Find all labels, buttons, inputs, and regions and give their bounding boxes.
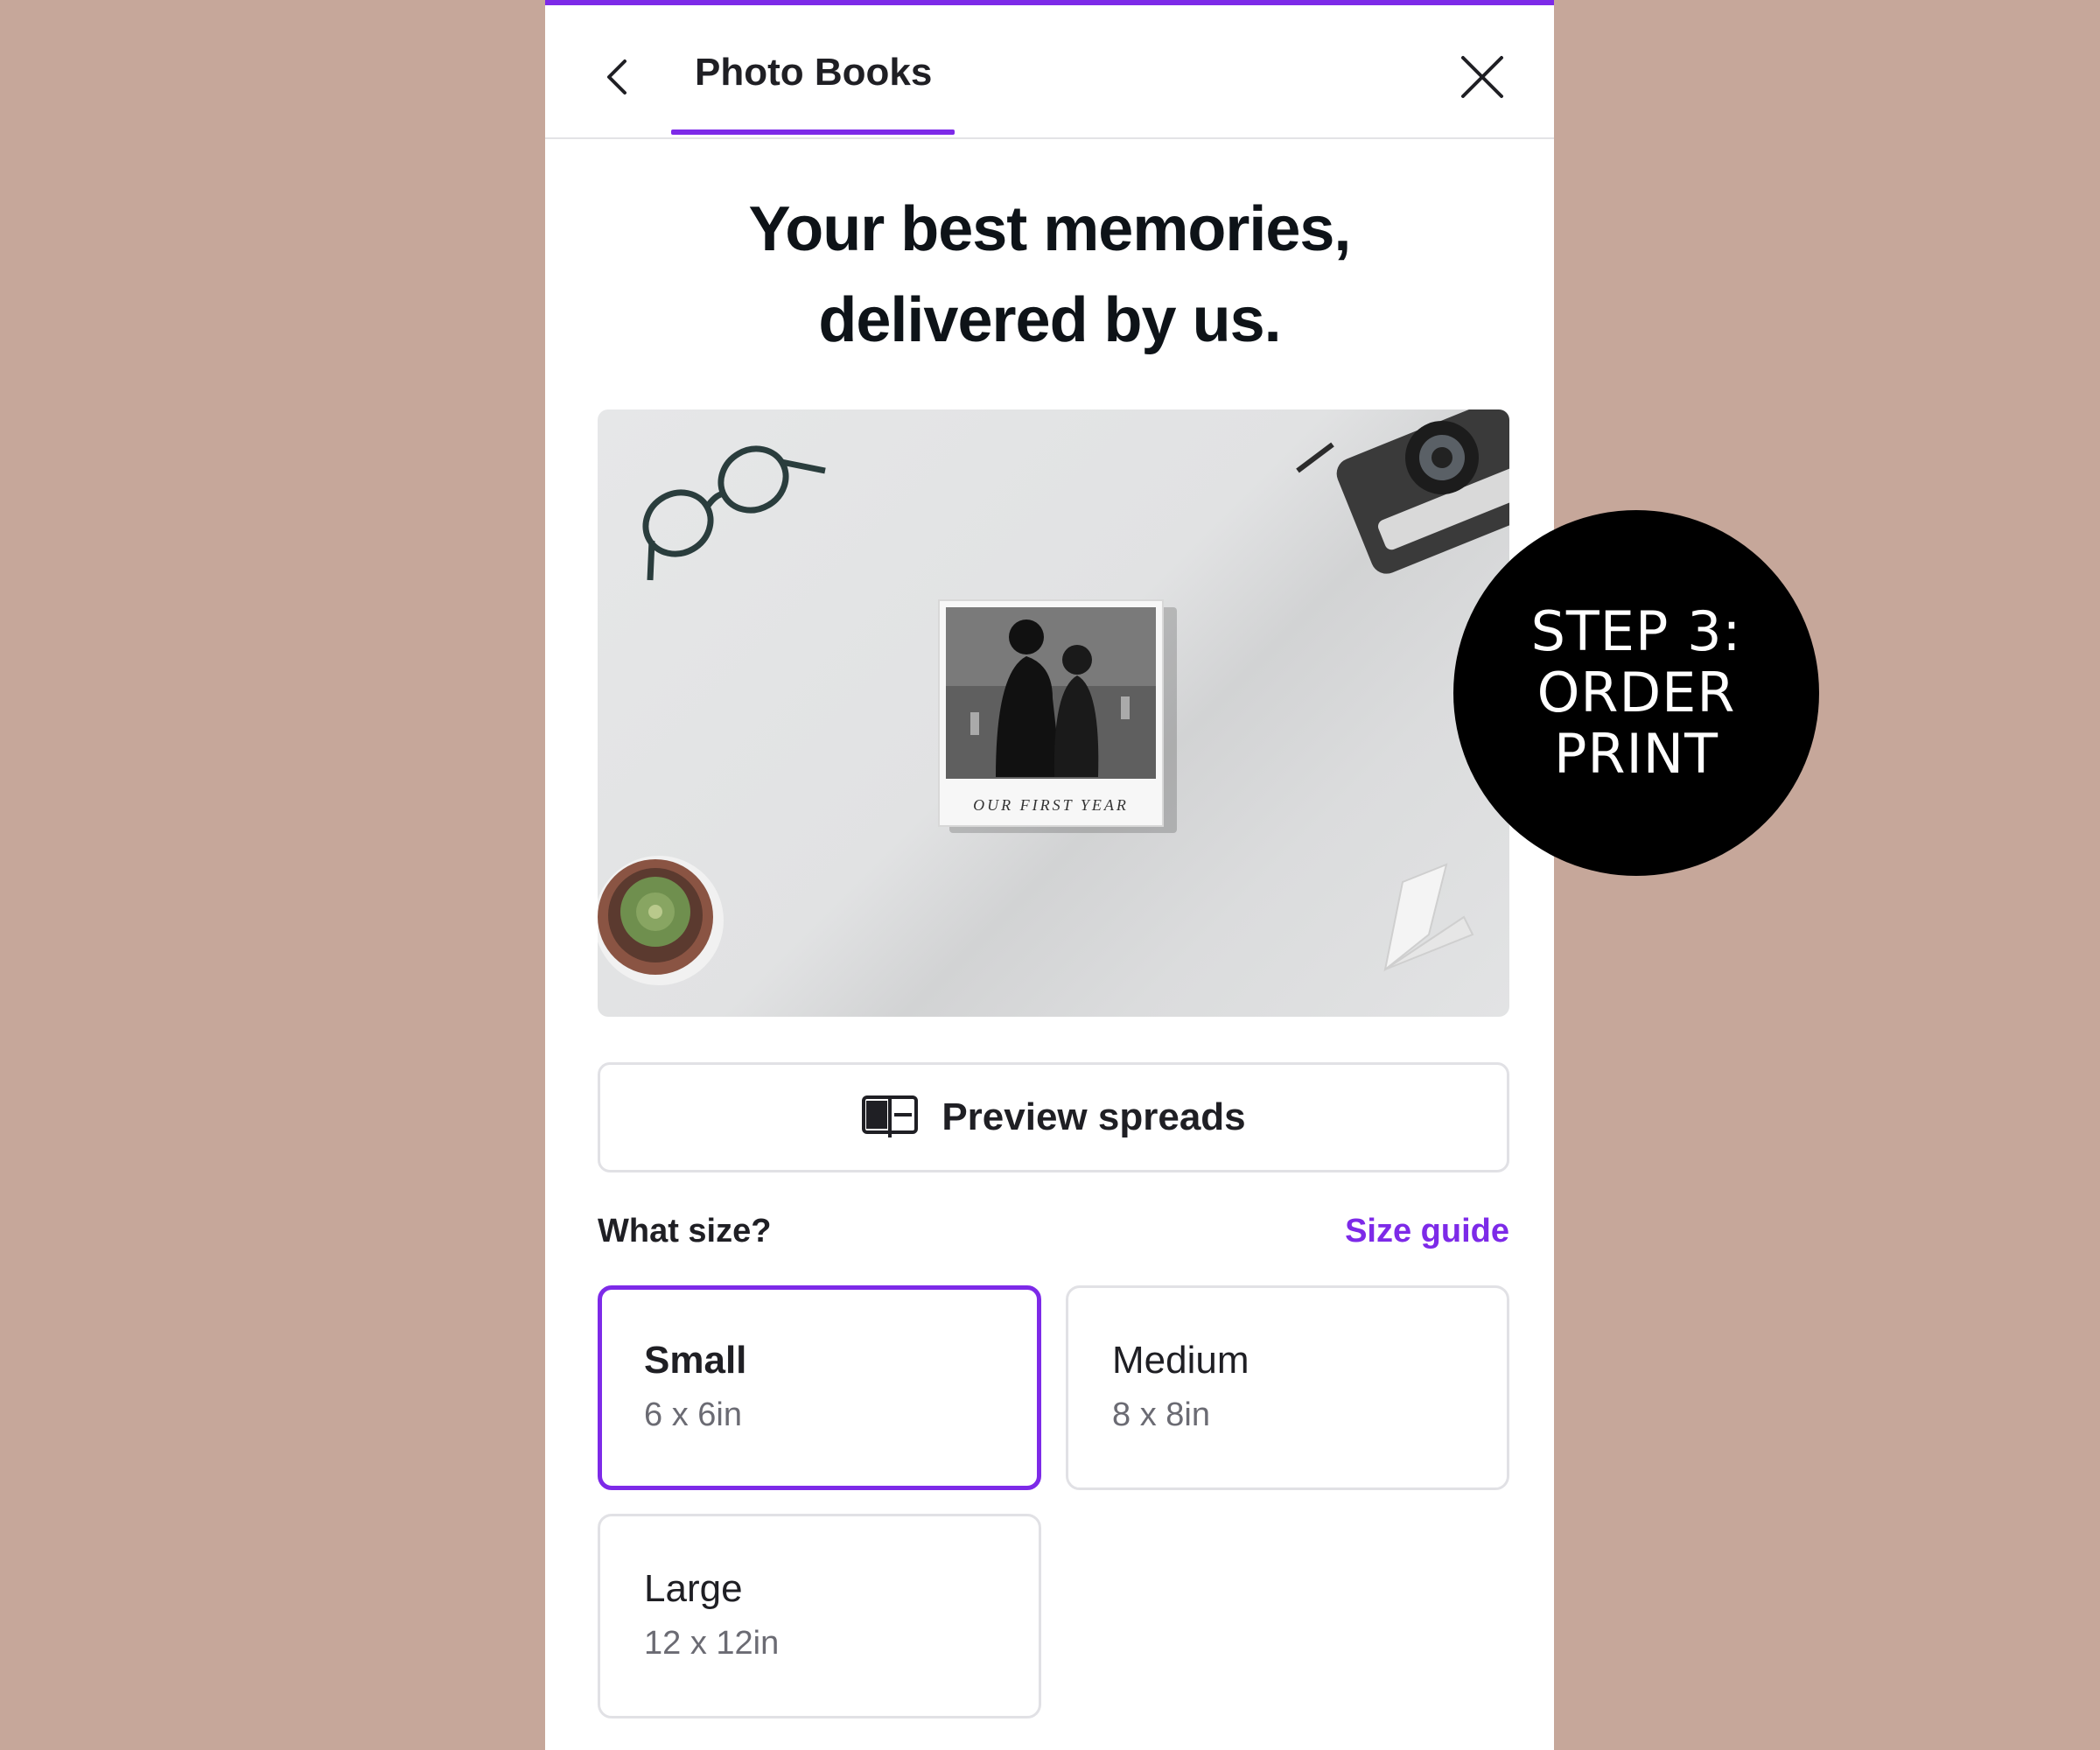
hero-image: OUR FIRST YEAR — [598, 410, 1509, 1017]
glasses-graphic — [642, 445, 826, 581]
size-option-small[interactable]: Small 6 x 6in — [598, 1285, 1041, 1490]
panel-header: Photo Books — [545, 5, 1554, 139]
step-badge-line-3: PRINT — [1553, 722, 1718, 786]
photo-book-graphic — [938, 599, 1164, 827]
size-option-dims: 8 x 8in — [1112, 1396, 1210, 1433]
camera-graphic — [1296, 410, 1509, 574]
preview-spreads-label: Preview spreads — [942, 1096, 1246, 1138]
size-option-name: Small — [644, 1339, 747, 1382]
tab-photo-books[interactable]: Photo Books — [671, 5, 956, 139]
tab-label: Photo Books — [695, 50, 933, 94]
chevron-left-icon — [607, 60, 626, 94]
step-badge: STEP 3: ORDER PRINT — [1453, 510, 1819, 876]
book-cover-title: OUR FIRST YEAR — [973, 796, 1129, 814]
size-option-dims: 12 x 12in — [644, 1625, 780, 1662]
active-tab-indicator — [671, 130, 955, 135]
close-button[interactable] — [1454, 46, 1510, 108]
paper-plane-graphic — [1383, 863, 1474, 972]
step-badge-line-2: ORDER — [1536, 661, 1736, 724]
headline-line-1: Your best memories, — [748, 194, 1352, 264]
size-option-dims: 6 x 6in — [644, 1396, 742, 1433]
size-option-name: Large — [644, 1567, 743, 1610]
size-option-medium[interactable]: Medium 8 x 8in — [1066, 1285, 1509, 1490]
size-question-label: What size? — [598, 1213, 772, 1250]
step-badge-line-1: STEP 3: — [1530, 599, 1742, 663]
size-option-large[interactable]: Large 12 x 12in — [598, 1514, 1041, 1718]
page-headline: Your best memories, delivered by us. — [545, 184, 1554, 366]
back-button[interactable] — [594, 44, 640, 110]
size-option-name: Medium — [1112, 1339, 1250, 1382]
open-book-icon — [862, 1096, 919, 1138]
headline-line-2: delivered by us. — [818, 285, 1281, 355]
cactus-graphic — [598, 856, 724, 985]
size-guide-link[interactable]: Size guide — [1345, 1213, 1509, 1250]
photo-books-panel: Photo Books Your best memories, delivere… — [545, 0, 1554, 1750]
close-icon — [1461, 56, 1503, 98]
preview-spreads-button[interactable]: Preview spreads — [598, 1062, 1509, 1172]
